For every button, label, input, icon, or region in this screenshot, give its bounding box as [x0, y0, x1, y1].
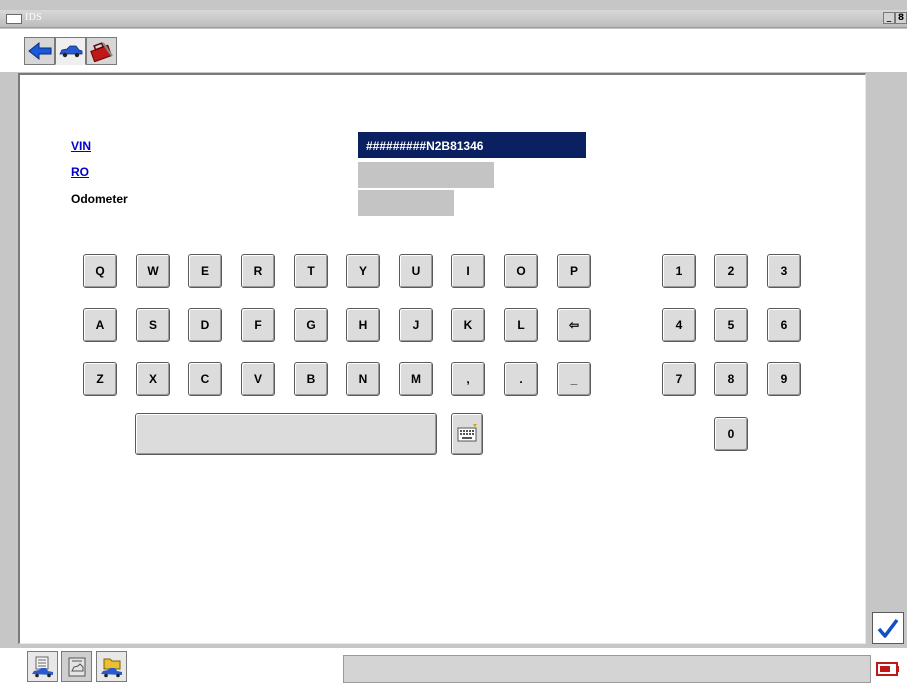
open-session-button[interactable]	[96, 651, 127, 682]
main-panel: VIN RO Odometer #########N2B81346 Q W E …	[18, 73, 866, 644]
session-icon	[68, 657, 85, 676]
key-9[interactable]: 9	[767, 362, 801, 396]
key-i[interactable]: I	[451, 254, 485, 288]
key-m[interactable]: M	[399, 362, 433, 396]
key-z[interactable]: Z	[83, 362, 117, 396]
key-j[interactable]: J	[399, 308, 433, 342]
key-h[interactable]: H	[346, 308, 380, 342]
key-e[interactable]: E	[188, 254, 222, 288]
key-w[interactable]: W	[136, 254, 170, 288]
key-k[interactable]: K	[451, 308, 485, 342]
key-l[interactable]: L	[504, 308, 538, 342]
key-3[interactable]: 3	[767, 254, 801, 288]
key-1[interactable]: 1	[662, 254, 696, 288]
keyboard-toggle-button[interactable]	[451, 413, 483, 455]
key-5[interactable]: 5	[714, 308, 748, 342]
checkmark-icon	[877, 618, 899, 638]
key-g[interactable]: G	[294, 308, 328, 342]
odometer-label: Odometer	[71, 192, 128, 206]
key-x[interactable]: X	[136, 362, 170, 396]
vehicle-tab[interactable]	[55, 37, 86, 65]
key-d[interactable]: D	[188, 308, 222, 342]
key-p[interactable]: P	[557, 254, 591, 288]
restore-button[interactable]: 8	[895, 12, 907, 24]
key-v[interactable]: V	[241, 362, 275, 396]
toolbox-icon	[89, 42, 113, 62]
key-c[interactable]: C	[188, 362, 222, 396]
key-8[interactable]: 8	[714, 362, 748, 396]
key-comma[interactable]: ,	[451, 362, 485, 396]
spacebar-key[interactable]	[135, 413, 437, 455]
window-controls: _ 8	[883, 12, 907, 24]
key-period[interactable]: .	[504, 362, 538, 396]
key-7[interactable]: 7	[662, 362, 696, 396]
back-button[interactable]	[24, 37, 55, 65]
key-0[interactable]: 0	[714, 417, 748, 451]
vehicle-data-button[interactable]	[27, 651, 58, 682]
toolbar-tabs	[24, 37, 117, 65]
connection-status	[876, 660, 900, 678]
top-toolbar	[0, 29, 907, 72]
ro-field[interactable]	[358, 162, 494, 188]
vin-field[interactable]: #########N2B81346	[358, 132, 586, 158]
backspace-key[interactable]: ⇦	[557, 308, 591, 342]
session-button[interactable]	[61, 651, 92, 682]
key-y[interactable]: Y	[346, 254, 380, 288]
key-4[interactable]: 4	[662, 308, 696, 342]
toolbox-tab[interactable]	[86, 37, 117, 65]
vehicle-icon	[58, 45, 82, 58]
odometer-field[interactable]	[358, 190, 454, 216]
folder-vehicle-icon	[100, 658, 122, 677]
key-s[interactable]: S	[136, 308, 170, 342]
status-field	[343, 655, 871, 683]
battery-icon	[876, 662, 899, 676]
key-f[interactable]: F	[241, 308, 275, 342]
ids-window: IDS _ 8 VIN RO Odometer #########N2B8134…	[0, 0, 907, 686]
vehicle-data-icon	[31, 656, 53, 677]
confirm-button[interactable]	[872, 612, 904, 644]
key-r[interactable]: R	[241, 254, 275, 288]
key-o[interactable]: O	[504, 254, 538, 288]
bottom-toolbar	[0, 648, 907, 686]
window-icon	[6, 14, 22, 24]
key-underscore[interactable]: _	[557, 362, 591, 396]
back-arrow-icon	[27, 41, 51, 61]
key-t[interactable]: T	[294, 254, 328, 288]
vin-label[interactable]: VIN	[71, 139, 91, 153]
ro-label[interactable]: RO	[71, 165, 89, 179]
title-bar: IDS _ 8	[0, 10, 907, 28]
key-b[interactable]: B	[294, 362, 328, 396]
window-title: IDS	[25, 12, 43, 23]
key-6[interactable]: 6	[767, 308, 801, 342]
keyboard-icon	[457, 424, 477, 442]
key-2[interactable]: 2	[714, 254, 748, 288]
key-a[interactable]: A	[83, 308, 117, 342]
key-u[interactable]: U	[399, 254, 433, 288]
minimize-button[interactable]: _	[883, 12, 895, 24]
key-q[interactable]: Q	[83, 254, 117, 288]
key-n[interactable]: N	[346, 362, 380, 396]
